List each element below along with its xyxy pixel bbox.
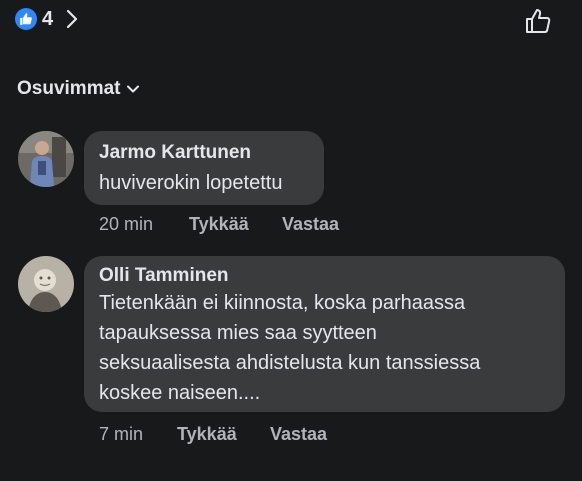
like-comment-button[interactable]: Tykkää	[177, 424, 237, 445]
reaction-count[interactable]: 4	[42, 7, 53, 31]
avatar[interactable]	[18, 256, 74, 312]
like-comment-button[interactable]: Tykkää	[189, 214, 249, 235]
chevron-down-icon	[127, 85, 140, 93]
profile-photo	[18, 256, 74, 312]
reply-button[interactable]: Vastaa	[270, 424, 327, 445]
comment-author[interactable]: Jarmo Karttunen	[99, 142, 251, 164]
avatar[interactable]	[18, 131, 74, 187]
reactions-bar: 4	[0, 0, 582, 44]
like-reaction-icon[interactable]	[15, 8, 37, 30]
profile-photo	[18, 131, 74, 187]
comment-text: Tietenkään ei kiinnosta, koska parhaassa…	[99, 292, 481, 404]
sort-label: Osuvimmat	[17, 78, 121, 99]
reply-button[interactable]: Vastaa	[282, 214, 339, 235]
comment-text: huviverokin lopetettu	[99, 172, 283, 194]
chevron-right-icon[interactable]	[64, 8, 80, 30]
comment-timestamp[interactable]: 7 min	[99, 424, 143, 445]
comment-timestamp[interactable]: 20 min	[99, 214, 153, 235]
sort-dropdown[interactable]: Osuvimmat	[17, 77, 140, 101]
comment-author[interactable]: Olli Tamminen	[99, 265, 229, 287]
thumbs-up-icon	[20, 13, 32, 25]
like-button-icon[interactable]	[522, 5, 554, 37]
